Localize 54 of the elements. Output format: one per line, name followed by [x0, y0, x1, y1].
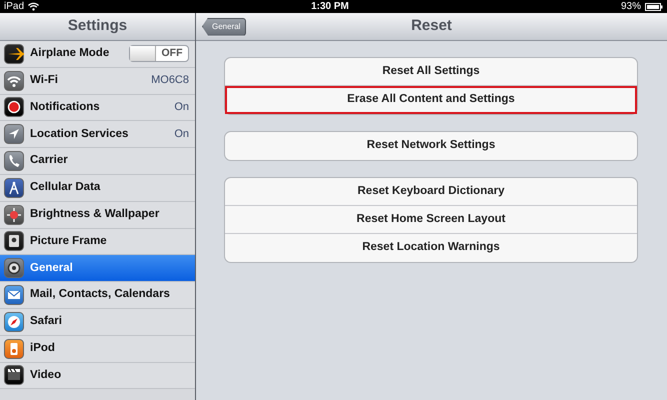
item-label: Safari: [30, 314, 62, 330]
battery-percent: 93%: [620, 0, 641, 14]
reset-button[interactable]: Reset Home Screen Layout: [225, 206, 637, 234]
status-time: 1:30 PM: [311, 0, 349, 14]
battery-icon: [644, 2, 663, 10]
clapperboard-icon: [4, 365, 24, 386]
item-label: Brightness & Wallpaper: [30, 207, 160, 222]
sidebar-item[interactable]: Carrier: [0, 148, 195, 175]
detail-title: Reset: [411, 16, 452, 36]
reset-button[interactable]: Reset Network Settings: [225, 132, 637, 160]
sidebar-item[interactable]: Wi-Fi MO6C8: [0, 68, 195, 95]
sidebar-item[interactable]: Notifications On: [0, 94, 195, 122]
sidebar-item[interactable]: Mail, Contacts, Calendars: [0, 282, 195, 309]
item-label: Carrier: [30, 153, 68, 168]
music-player-icon: [4, 338, 24, 359]
item-label: Notifications: [30, 100, 100, 115]
airplane-icon: [4, 44, 24, 64]
item-label: Location Services: [30, 126, 128, 142]
toggle-switch[interactable]: OFF: [129, 45, 189, 62]
item-label: Cellular Data: [30, 180, 100, 196]
antenna-icon: [4, 178, 24, 198]
reset-button[interactable]: Reset All Settings: [225, 58, 637, 86]
notification-icon: [4, 97, 24, 118]
sidebar-item[interactable]: Brightness & Wallpaper: [0, 202, 195, 229]
sidebar-item[interactable]: Airplane Mode OFF: [0, 41, 195, 68]
item-label: Airplane Mode: [30, 46, 110, 62]
compass-icon: [4, 312, 24, 332]
mail-icon: [4, 285, 24, 306]
sidebar-item[interactable]: iPod: [0, 336, 195, 363]
item-label: Mail, Contacts, Calendars: [30, 287, 170, 302]
item-value: MO6C8: [151, 73, 189, 88]
reset-button[interactable]: Reset Location Warnings: [225, 234, 637, 262]
item-value: On: [174, 127, 189, 142]
reset-button[interactable]: Reset Keyboard Dictionary: [225, 178, 637, 206]
sidebar-item[interactable]: Picture Frame: [0, 228, 195, 256]
item-label: General: [30, 260, 73, 276]
sidebar-item[interactable]: General: [0, 255, 195, 282]
picture-frame-icon: [4, 231, 24, 252]
item-label: Video: [30, 368, 62, 383]
sidebar-item[interactable]: Location Services On: [0, 121, 195, 148]
sidebar-item[interactable]: Safari: [0, 308, 195, 336]
phone-icon: [4, 151, 24, 172]
item-label: iPod: [30, 341, 55, 356]
item-value: On: [174, 100, 189, 116]
sidebar-item[interactable]: Video: [0, 362, 195, 390]
reset-button[interactable]: Erase All Content and Settings: [225, 86, 637, 114]
wifi-icon: [4, 70, 24, 91]
sidebar-item[interactable]: Cellular Data: [0, 174, 195, 202]
item-label: Picture Frame: [30, 234, 107, 249]
item-label: Wi-Fi: [30, 73, 58, 88]
back-button[interactable]: General: [202, 18, 246, 36]
sidebar-title: Settings: [68, 16, 128, 36]
wifi-icon: [28, 2, 40, 11]
device-name: iPad: [4, 0, 24, 14]
